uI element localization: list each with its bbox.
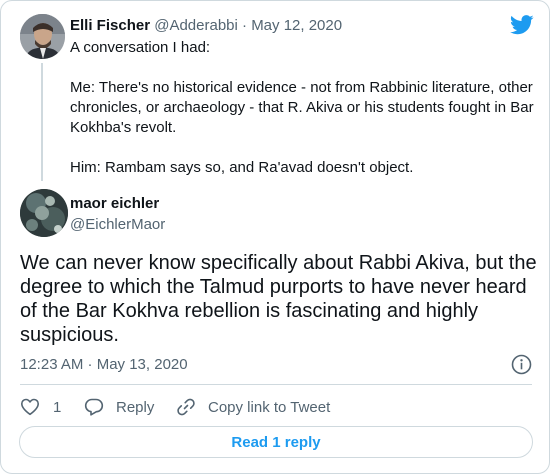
twitter-bird-icon[interactable] xyxy=(510,15,534,35)
reply-label: Reply xyxy=(116,398,155,416)
reply-action[interactable]: Reply xyxy=(84,396,154,418)
avatar-elli-fischer[interactable] xyxy=(20,14,65,59)
info-icon[interactable] xyxy=(511,354,532,375)
like-count: 1 xyxy=(53,398,62,416)
parent-tweet-date[interactable]: May 12, 2020 xyxy=(251,17,342,34)
actions-divider xyxy=(20,384,532,385)
embedded-tweet-card: Elli Fischer @Adderabbi · May 12, 2020 A… xyxy=(0,0,550,474)
parent-tweet-body: A conversation I had: Me: There's no his… xyxy=(70,38,540,178)
avatar-maor-eichler[interactable] xyxy=(20,189,68,237)
link-icon xyxy=(177,398,195,416)
heart-icon xyxy=(21,398,39,416)
parent-paragraph: Me: There's no historical evidence - not… xyxy=(70,79,534,136)
parent-paragraph: A conversation I had: xyxy=(70,39,211,56)
main-author-handle[interactable]: @EichlerMaor xyxy=(70,216,165,233)
parent-author-handle[interactable]: @Adderabbi xyxy=(154,17,238,34)
parent-tweet-header: Elli Fischer @Adderabbi · May 12, 2020 xyxy=(70,17,342,34)
meta-separator: · xyxy=(242,17,248,34)
thread-connector-line xyxy=(41,63,43,181)
like-action[interactable]: 1 xyxy=(20,396,61,418)
read-replies-button[interactable]: Read 1 reply xyxy=(19,426,533,458)
parent-paragraph: Him: Rambam says so, and Ra'avad doesn't… xyxy=(70,159,414,176)
main-tweet-timestamp[interactable]: 12:23 AM · May 13, 2020 xyxy=(20,356,188,373)
copy-link-label: Copy link to Tweet xyxy=(208,398,331,416)
main-author-name[interactable]: maor eichler xyxy=(70,195,159,212)
main-tweet-text: We can never know specifically about Rab… xyxy=(20,252,537,346)
copy-link-action[interactable]: Copy link to Tweet xyxy=(176,396,330,418)
parent-author-name[interactable]: Elli Fischer xyxy=(70,17,150,34)
reply-icon xyxy=(84,398,104,416)
